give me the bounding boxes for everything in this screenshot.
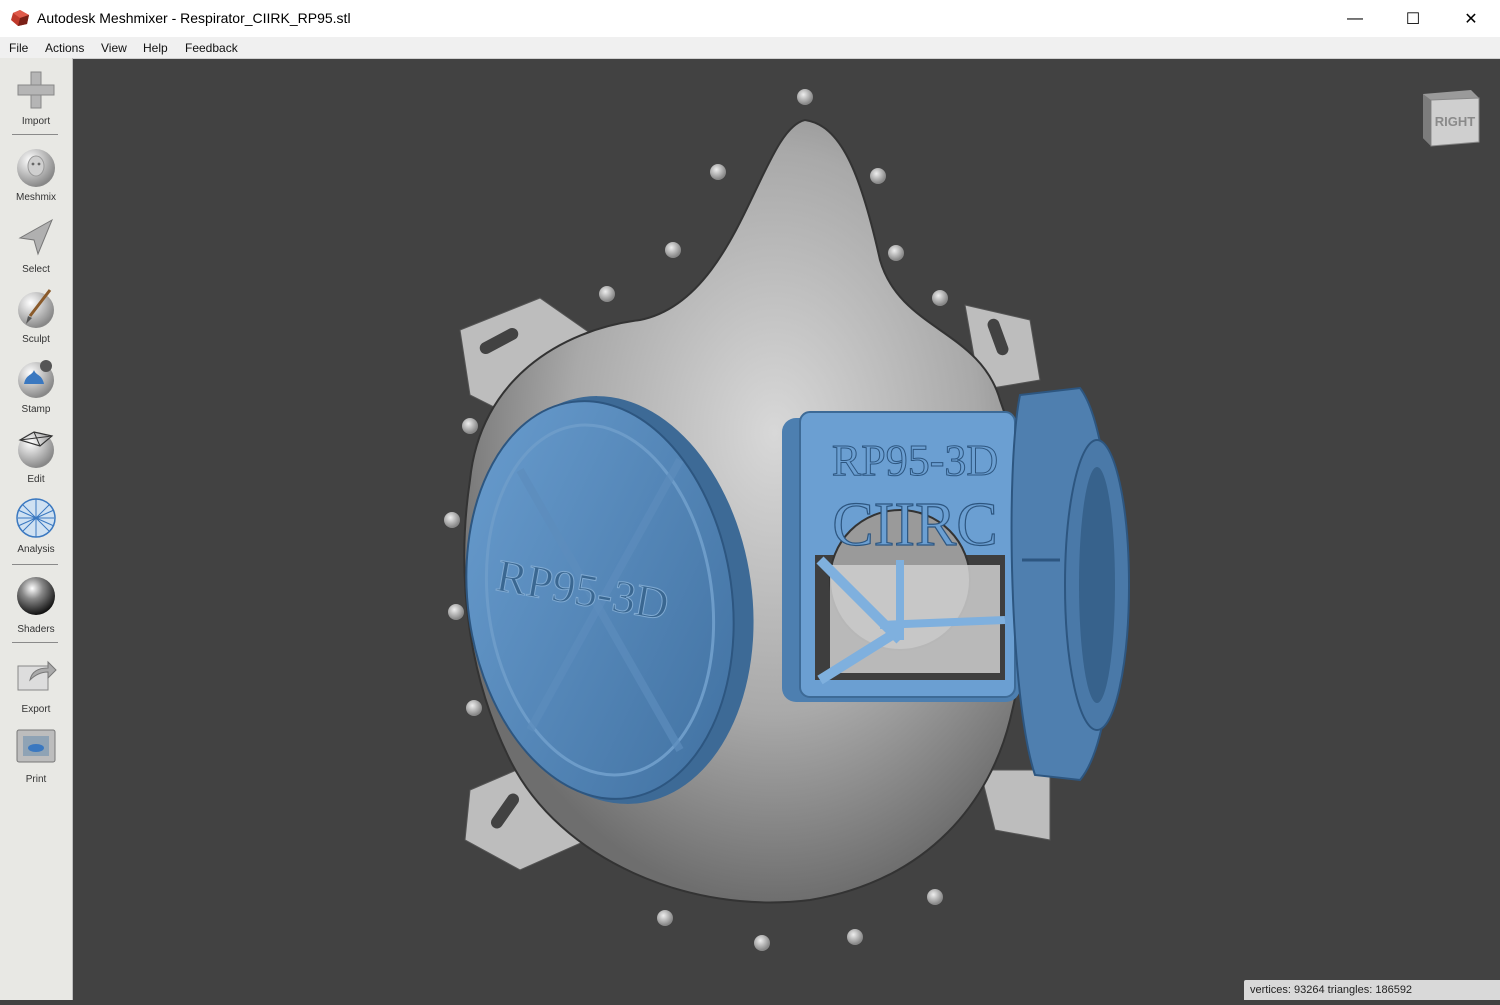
meshmix-button[interactable]: Meshmix xyxy=(0,146,72,216)
menu-help[interactable]: Help xyxy=(143,41,168,55)
view-cube[interactable]: RIGHT xyxy=(1419,88,1483,153)
minimize-button[interactable]: — xyxy=(1326,0,1384,37)
tool-sidebar: Import Meshmix Select Sculpt Stamp Edit … xyxy=(0,58,73,1000)
import-label: Import xyxy=(21,116,51,127)
select-button[interactable]: Select xyxy=(0,216,72,286)
valve-embossed-text-2: CIIRC xyxy=(832,491,997,559)
print-button[interactable]: Print xyxy=(0,724,72,794)
menu-file[interactable]: File xyxy=(9,41,28,55)
mesh-stats: vertices: 93264 triangles: 186592 xyxy=(1244,980,1500,1000)
stamp-button[interactable]: Stamp xyxy=(0,356,72,426)
menu-view[interactable]: View xyxy=(101,41,127,55)
shaders-label: Shaders xyxy=(17,624,55,635)
title-bar: Autodesk Meshmixer - Respirator_CIIRK_RP… xyxy=(0,0,1500,37)
maximize-button[interactable]: ☐ xyxy=(1384,0,1442,37)
separator xyxy=(12,134,58,135)
edit-sphere-icon xyxy=(18,431,54,468)
meshmixer-app-icon xyxy=(11,10,29,26)
shaded-sphere-icon xyxy=(17,577,55,615)
separator xyxy=(12,642,58,643)
view-cube-face-label: RIGHT xyxy=(1435,114,1476,129)
close-icon: ✕ xyxy=(1464,10,1478,28)
close-button[interactable]: ✕ xyxy=(1442,0,1500,37)
valve-cylinder[interactable] xyxy=(1010,386,1130,782)
edit-button[interactable]: Edit xyxy=(0,426,72,496)
valve-embossed-text-1: RP95-3D xyxy=(832,436,998,485)
export-label: Export xyxy=(21,704,51,715)
menu-bar: File Actions View Help Feedback xyxy=(0,37,1500,59)
arrow-cursor-icon xyxy=(18,218,54,256)
menu-feedback[interactable]: Feedback xyxy=(185,41,238,55)
shaders-button[interactable]: Shaders xyxy=(0,574,72,644)
respirator-model[interactable]: RP95-3D RP95-3D CIIRC xyxy=(73,58,1500,1000)
window-title: Autodesk Meshmixer - Respirator_CIIRK_RP… xyxy=(37,10,351,26)
brush-sphere-icon xyxy=(18,289,54,328)
3d-viewport[interactable]: RP95-3D RP95-3D CIIRC RIGHT vertices: 93… xyxy=(73,58,1500,1000)
mesh-sphere-icon xyxy=(16,498,56,538)
printer-icon xyxy=(16,729,56,763)
menu-actions[interactable]: Actions xyxy=(45,41,84,55)
valve-frame[interactable]: RP95-3D CIIRC xyxy=(782,411,1020,702)
meshmix-label: Meshmix xyxy=(15,192,56,203)
import-button[interactable]: Import xyxy=(0,68,72,138)
export-icon xyxy=(17,660,57,691)
edit-label: Edit xyxy=(27,474,45,485)
sculpt-button[interactable]: Sculpt xyxy=(0,286,72,356)
sculpt-label: Sculpt xyxy=(22,334,50,345)
minimize-icon: — xyxy=(1347,9,1363,27)
maximize-icon: ☐ xyxy=(1405,10,1421,28)
export-button[interactable]: Export xyxy=(0,654,72,724)
face-sphere-icon xyxy=(17,149,55,187)
view-cube-icon: RIGHT xyxy=(1423,90,1480,147)
plus-icon xyxy=(17,71,55,109)
analysis-label: Analysis xyxy=(17,544,55,555)
separator xyxy=(12,564,58,565)
analysis-button[interactable]: Analysis xyxy=(0,496,72,566)
stamp-sphere-icon xyxy=(18,360,54,398)
stamp-label: Stamp xyxy=(21,404,51,415)
select-label: Select xyxy=(22,264,50,275)
print-label: Print xyxy=(25,774,47,785)
